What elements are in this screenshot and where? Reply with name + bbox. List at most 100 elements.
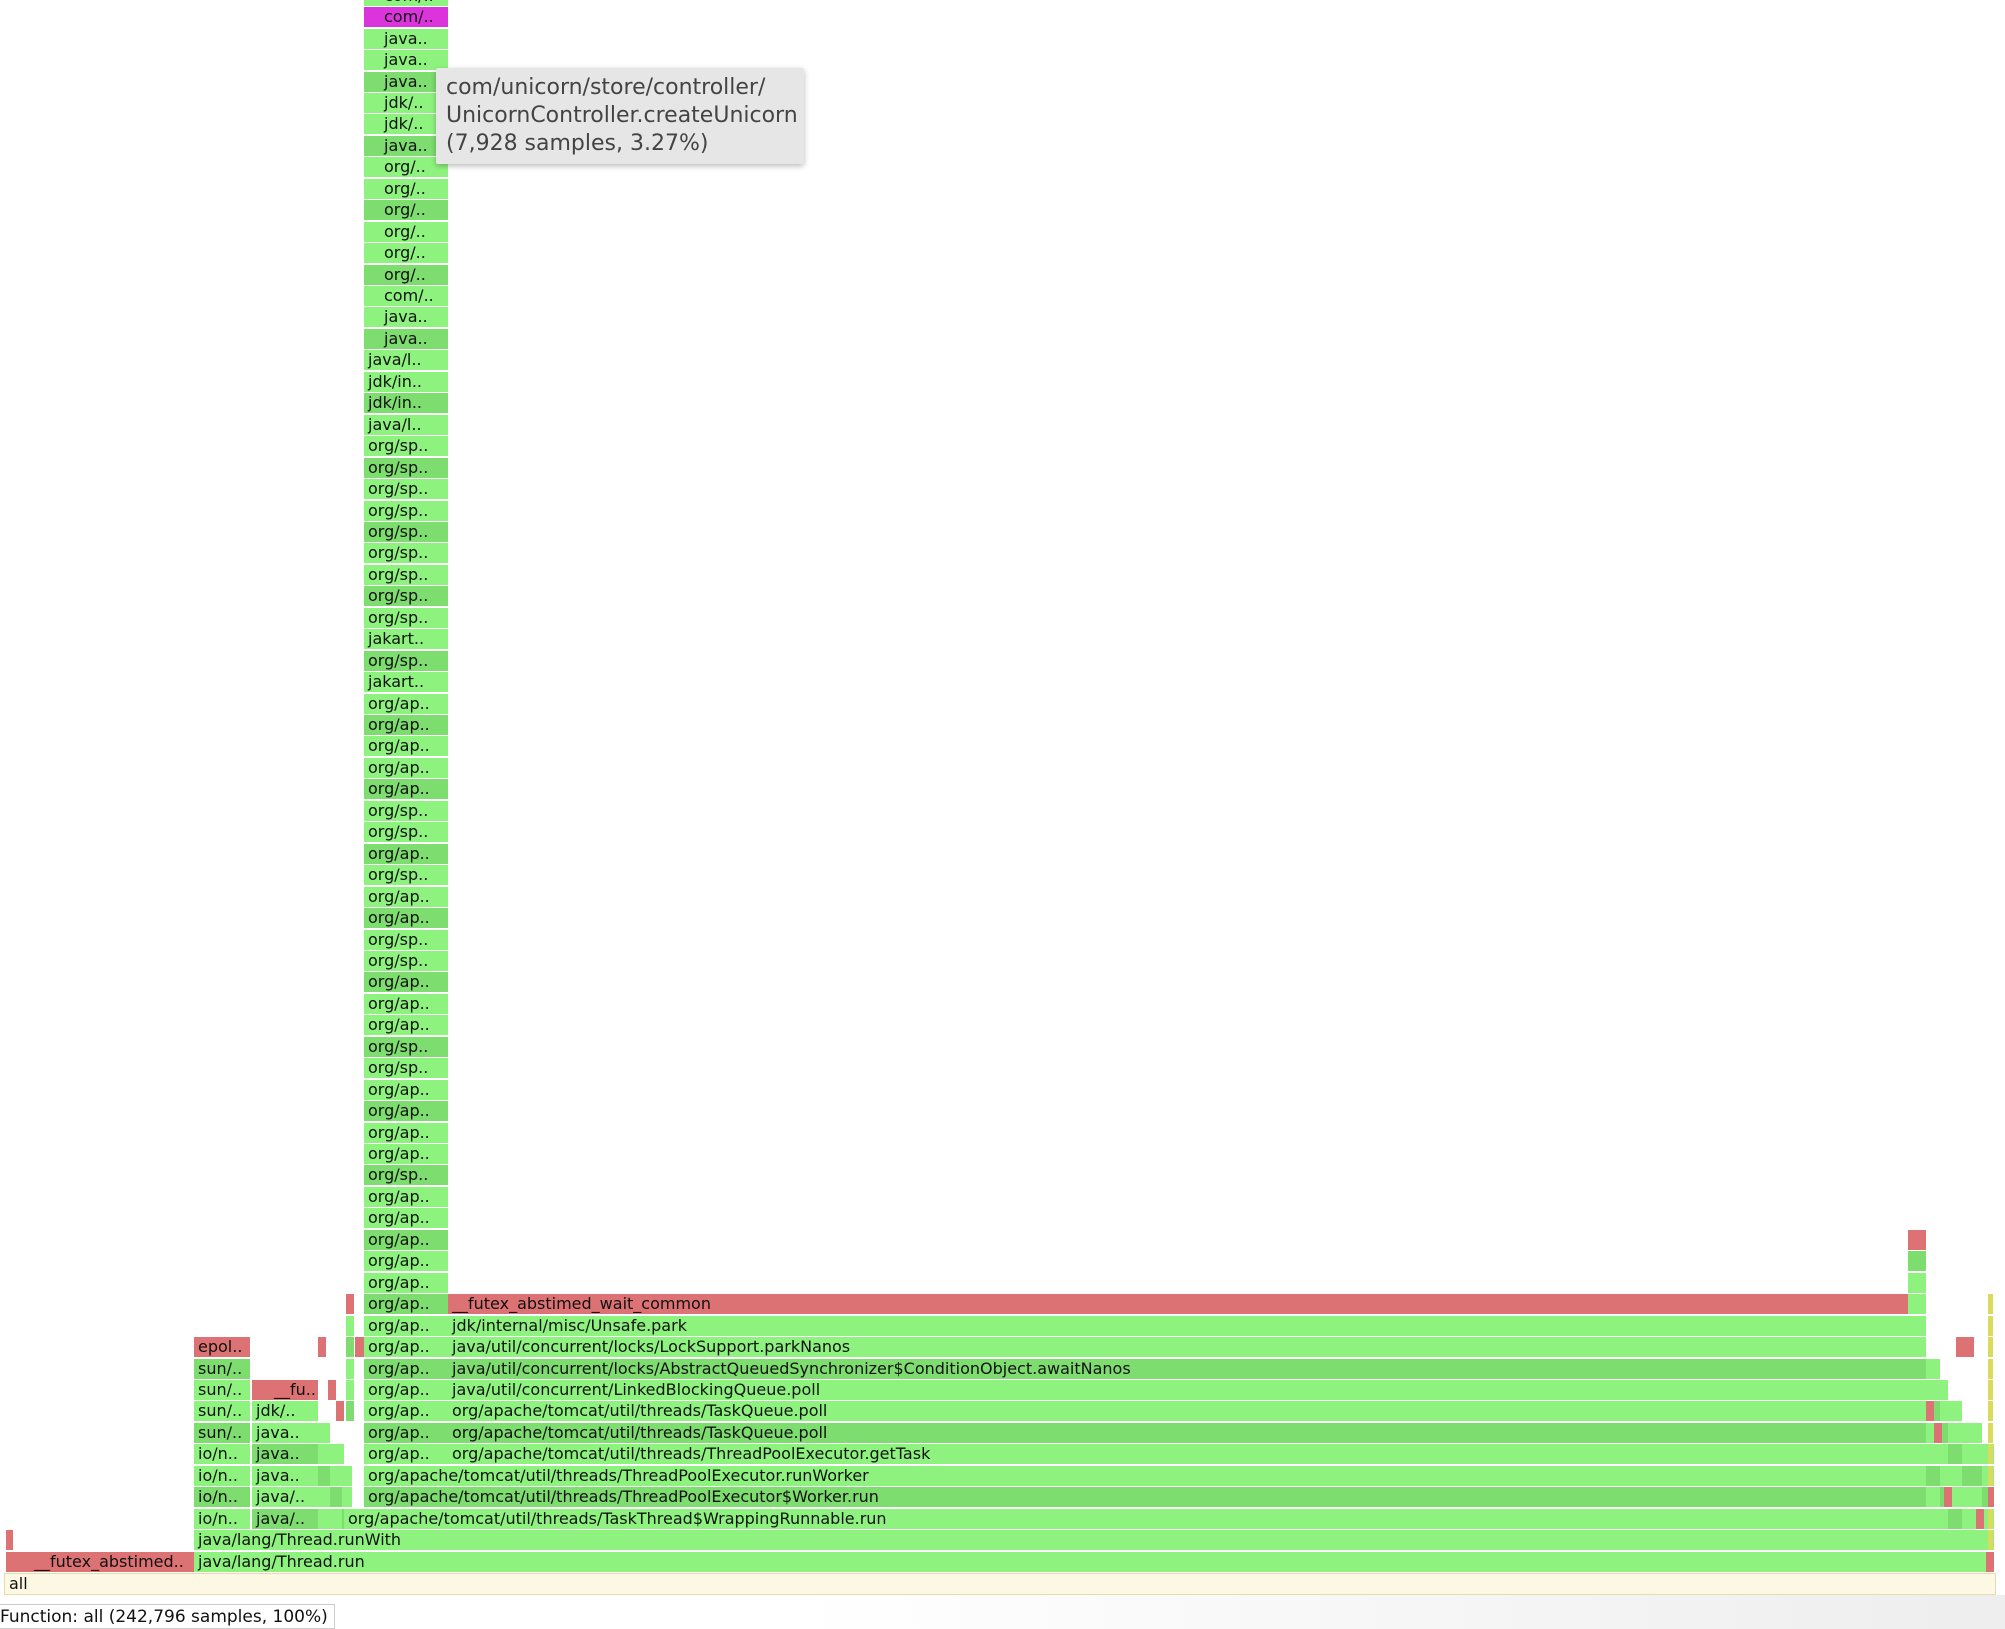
frame-thread-runwith[interactable]: java/lang/Thread.runWith xyxy=(194,1530,1994,1550)
frame-tall-stack[interactable]: org/sp.. xyxy=(364,822,448,843)
frame-sliver[interactable] xyxy=(1988,1379,1993,1400)
frame-sliver[interactable] xyxy=(1986,1551,1994,1572)
frame-tall-stack[interactable]: org/ap.. xyxy=(364,1337,448,1357)
frame-tall-stack[interactable]: org/ap.. xyxy=(364,779,448,800)
frame-tall-stack[interactable]: org/sp.. xyxy=(364,479,448,499)
frame-sliver[interactable] xyxy=(346,1358,354,1379)
frame-tall-stack[interactable]: org/ap.. xyxy=(364,886,448,907)
frame-sliver[interactable] xyxy=(1948,1422,1962,1443)
frame-sliver[interactable] xyxy=(328,1379,336,1400)
frame-sliver[interactable] xyxy=(318,1487,330,1508)
frame-sliver[interactable] xyxy=(1926,1358,1940,1379)
frame-tall-stack[interactable]: org/.. xyxy=(364,178,448,199)
frame-tall-stack[interactable]: com/.. xyxy=(364,286,448,306)
frame-tall-stack[interactable]: org/ap.. xyxy=(364,993,448,1014)
frame-sliver[interactable] xyxy=(342,1487,352,1508)
frame-sliver[interactable] xyxy=(346,1315,354,1336)
frame-tall-stack[interactable]: org/ap.. xyxy=(364,1358,448,1379)
frame-tall-stack[interactable]: org/ap.. xyxy=(364,1422,448,1443)
frame-sliver[interactable] xyxy=(1944,1487,1952,1508)
frame-sliver[interactable] xyxy=(1988,1337,1993,1357)
frame-sliver[interactable] xyxy=(346,1401,354,1422)
frame-tall-stack[interactable]: java.. xyxy=(364,307,448,328)
frame-right-stack[interactable]: org/apache/tomcat/util/threads/ThreadPoo… xyxy=(448,1444,1926,1465)
frame-tall-stack[interactable]: org/sp.. xyxy=(364,1058,448,1079)
frame-sliver[interactable] xyxy=(1988,1465,1993,1486)
frame-run-worker[interactable]: org/apache/tomcat/util/threads/ThreadPoo… xyxy=(364,1465,1994,1486)
frame-sliver[interactable] xyxy=(1988,1444,1993,1465)
frame-tall-stack[interactable]: org/ap.. xyxy=(364,693,448,714)
frame-col-a[interactable]: sun/.. xyxy=(194,1358,250,1379)
frame-sliver[interactable] xyxy=(346,1294,354,1315)
frame-right-stack[interactable]: org/apache/tomcat/util/threads/TaskQueue… xyxy=(448,1422,1926,1443)
frame-sliver[interactable] xyxy=(1976,1508,1984,1529)
frame-tall-stack[interactable]: org/ap.. xyxy=(364,715,448,735)
frame-right-stack[interactable]: java/util/concurrent/locks/LockSupport.p… xyxy=(448,1337,1926,1357)
frame-tall-stack[interactable]: org/ap.. xyxy=(364,1444,448,1465)
frame-tall-stack[interactable]: org/sp.. xyxy=(364,865,448,886)
frame-sliver[interactable] xyxy=(1988,1294,1993,1315)
frame-tall-stack[interactable]: org/ap.. xyxy=(364,757,448,778)
frame-sliver[interactable] xyxy=(346,1379,354,1400)
frame-tall-stack[interactable]: org/ap.. xyxy=(364,843,448,864)
frame-tall-stack[interactable]: org/ap.. xyxy=(364,1229,448,1250)
frame-tall-stack[interactable]: org/ap.. xyxy=(364,1015,448,1036)
frame-sliver[interactable] xyxy=(1962,1465,1982,1486)
frame-col-a[interactable]: sun/.. xyxy=(194,1379,250,1400)
frame-sliver[interactable] xyxy=(330,1444,344,1465)
frame-right-stack[interactable]: java/util/concurrent/locks/AbstractQueue… xyxy=(448,1358,1926,1379)
frame-tall-stack[interactable]: java.. xyxy=(364,28,448,49)
frame-tall-stack[interactable]: org/ap.. xyxy=(364,1401,448,1422)
frame-tall-stack[interactable]: org/ap.. xyxy=(364,736,448,757)
frame-tall-stack[interactable]: org/sp.. xyxy=(364,607,448,628)
frame-tall-stack[interactable]: org/sp.. xyxy=(364,586,448,607)
frame-tall-stack[interactable]: org/ap.. xyxy=(364,1208,448,1229)
frame-sliver[interactable] xyxy=(1908,1294,1926,1315)
frame-sliver[interactable] xyxy=(1940,1401,1948,1422)
frame-tall-stack[interactable]: org/ap.. xyxy=(364,1144,448,1164)
frame-sliver[interactable] xyxy=(318,1465,330,1486)
frame-sliver[interactable] xyxy=(1948,1508,1962,1529)
frame-sliver[interactable] xyxy=(6,1530,13,1550)
frame-sliver[interactable] xyxy=(1948,1465,1962,1486)
frame-col-a[interactable]: sun/.. xyxy=(194,1422,250,1443)
frame-sliver[interactable] xyxy=(355,1337,364,1357)
root-frame-all[interactable]: all xyxy=(4,1573,1996,1595)
frame-wrapping-runnable[interactable]: org/apache/tomcat/util/threads/TaskThrea… xyxy=(344,1508,1994,1529)
frame-tall-stack[interactable]: org/ap.. xyxy=(364,1272,448,1293)
frame-tall-stack[interactable]: java/l.. xyxy=(364,350,448,371)
frame-tall-stack[interactable]: org/.. xyxy=(364,264,448,285)
frame-sliver[interactable] xyxy=(1934,1422,1942,1443)
frame-tall-stack[interactable]: org/sp.. xyxy=(364,457,448,478)
frame-tall-stack[interactable]: org/.. xyxy=(364,200,448,221)
frame-tall-stack[interactable]: java.. xyxy=(364,50,448,70)
frame-sliver[interactable] xyxy=(1988,1401,1993,1422)
frame-sliver[interactable] xyxy=(318,1444,330,1465)
frame-worker-run[interactable]: org/apache/tomcat/util/threads/ThreadPoo… xyxy=(364,1487,1994,1508)
frame-sliver[interactable] xyxy=(318,1508,330,1529)
frame-tall-stack[interactable]: org/ap.. xyxy=(364,1101,448,1121)
frame-tall-stack[interactable]: org/ap.. xyxy=(364,1251,448,1272)
frame-tall-stack[interactable]: org/sp.. xyxy=(364,800,448,821)
frame-thread-run[interactable]: java/lang/Thread.run xyxy=(194,1551,1994,1572)
frame-sliver[interactable] xyxy=(1988,1315,1993,1336)
frame-tall-stack[interactable]: org/ap.. xyxy=(364,1186,448,1207)
frame-sliver[interactable] xyxy=(1926,1487,1940,1508)
frame-tall-stack[interactable]: jakart.. xyxy=(364,629,448,650)
frame-sliver[interactable] xyxy=(1988,1487,1994,1508)
frame-tall-stack[interactable]: org/sp.. xyxy=(364,950,448,971)
frame-col-b[interactable]: __fu.. xyxy=(252,1379,318,1400)
frame-tall-stack[interactable]: jdk/in.. xyxy=(364,393,448,414)
frame-tall-stack[interactable]: java.. xyxy=(364,328,448,349)
frame-col-b[interactable]: java/.. xyxy=(252,1487,318,1508)
frame-col-a[interactable]: epol.. xyxy=(194,1337,250,1357)
frame-tall-stack[interactable]: org/sp.. xyxy=(364,500,448,521)
frame-sliver[interactable] xyxy=(1948,1401,1962,1422)
frame-col-b[interactable]: java/.. xyxy=(252,1508,318,1529)
frame-tall-stack[interactable]: org/sp.. xyxy=(364,564,448,585)
frame-sliver[interactable] xyxy=(1940,1379,1948,1400)
frame-tall-stack[interactable]: org/sp.. xyxy=(364,543,448,564)
frame-right-stack[interactable]: jdk/internal/misc/Unsafe.park xyxy=(448,1315,1926,1336)
frame-sliver[interactable] xyxy=(1926,1401,1934,1422)
frame-sliver[interactable] xyxy=(1948,1444,1962,1465)
